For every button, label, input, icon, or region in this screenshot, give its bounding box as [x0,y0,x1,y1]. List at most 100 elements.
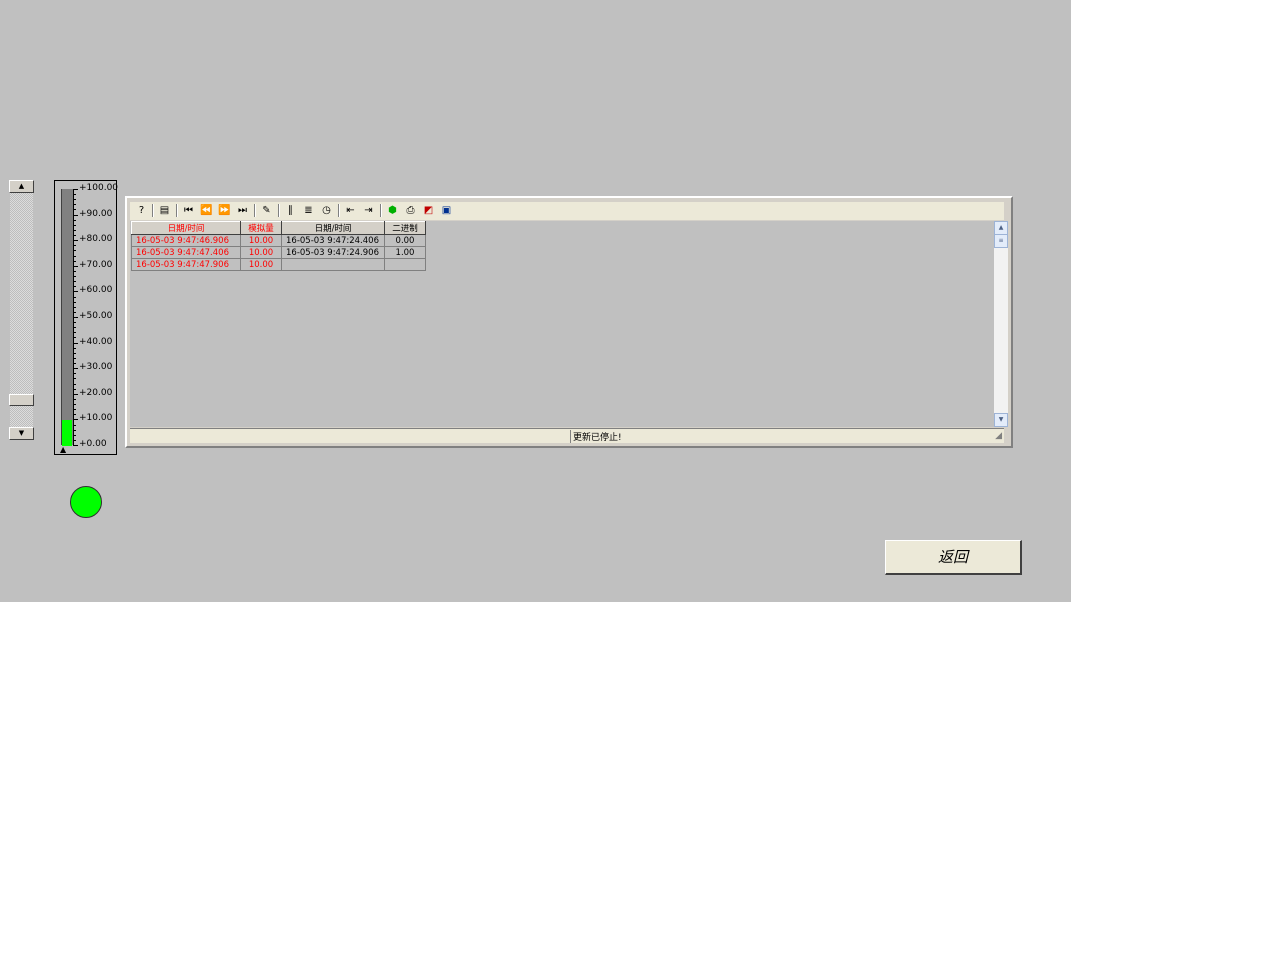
table-cell[interactable]: 0.00 [384,234,426,247]
gauge-tick-label: +60.00 [79,285,113,296]
column-header-analog[interactable]: 模拟量 [240,221,282,235]
previous-icon[interactable]: ⏪ [199,203,214,218]
gauge-tick-label: +40.00 [79,336,113,347]
gauge-minor-tick [73,347,76,349]
print-icon[interactable]: ⎙ [403,203,418,218]
import-icon[interactable]: ⇤ [343,203,358,218]
gauge-minor-tick [73,404,76,406]
list-icon[interactable]: ≣ [301,203,316,218]
gauge-tick-label: +20.00 [79,387,113,398]
gauge-tick-label: +80.00 [79,234,113,245]
gauge-major-tick [73,445,78,446]
properties-icon[interactable]: ▣ [439,203,454,218]
table-cell[interactable] [281,258,385,271]
export-icon[interactable]: ⇥ [361,203,376,218]
timer-icon[interactable]: ◷ [319,203,334,218]
hmi-screen: ▲ ▼ +100.00 +90.00 +80.00 +70.00 +60.00 +50.0… [0,0,1071,602]
gauge-pointer-icon: ▲ [60,445,67,454]
gauge-minor-tick [73,327,76,329]
return-button[interactable]: 返回 [885,540,1022,575]
table-grid: 日期/时间 模拟量 日期/时间 二进制 16-05-03 9:47:46.906… [130,221,994,427]
gauge-bar-fill [62,420,72,446]
gauge-minor-tick [73,434,76,436]
keyboard-icon[interactable]: ▤ [157,203,172,218]
gauge-minor-tick [73,224,76,226]
gauge-minor-tick [73,383,76,385]
table-cell[interactable]: 16-05-03 9:47:24.906 [281,246,385,259]
bar-gauge: +100.00 +90.00 +80.00 +70.00 +60.00 +50.00 +40… [54,180,119,455]
gauge-minor-tick [73,373,76,375]
table-vertical-scrollbar[interactable]: ▲ ≡ ▼ [994,221,1008,427]
gauge-tick-label: +30.00 [79,362,113,373]
gauge-minor-tick [73,235,76,237]
gauge-major-tick [73,342,78,344]
gauge-minor-tick [73,229,76,231]
status-bar: 更新已停止! ◢ [130,428,1004,443]
gauge-minor-tick [73,414,76,416]
gauge-minor-tick [73,352,76,354]
chart-icon[interactable]: ◩ [421,203,436,218]
table-cell[interactable] [384,258,426,271]
resize-grip-icon[interactable]: ◢ [995,431,1002,441]
table-cell[interactable]: 10.00 [240,234,282,247]
gauge-tick-label: +50.00 [79,311,113,321]
gauge-major-tick [73,368,78,370]
gauge-minor-tick [73,439,76,441]
gauge-minor-tick [73,378,76,380]
table-cell[interactable]: 1.00 [384,246,426,259]
gauge-minor-tick [73,429,76,431]
gauge-minor-tick [73,424,76,426]
gauge-minor-tick [73,306,76,308]
gauge-major-tick [73,240,78,242]
gauge-tick-label: +100.00 [79,183,119,193]
gauge-minor-tick [73,286,76,288]
scroll-down-icon[interactable]: ▼ [994,413,1008,427]
slider-down-arrow-icon[interactable]: ▼ [9,427,34,440]
gauge-minor-tick [73,260,76,262]
gauge-minor-tick [73,398,76,400]
data-table-control: ? ▤ ⏮ ⏪ ⏩ ⏭ ✎ ∥ ≣ ◷ ⇤ ⇥ ⬢ ⎙ ◩ ▣ 日期/时间 模拟… [125,196,1013,448]
gauge-minor-tick [73,245,76,247]
first-icon[interactable]: ⏮ [181,203,196,218]
table-cell[interactable]: 10.00 [240,258,282,271]
gauge-minor-tick [73,281,76,283]
gauge-major-tick [73,189,78,190]
table-cell[interactable]: 16-05-03 9:47:24.406 [281,234,385,247]
column-header-binary[interactable]: 二进制 [384,221,426,235]
last-icon[interactable]: ⏭ [235,203,250,218]
slider-track[interactable] [10,193,33,427]
table-row[interactable]: 16-05-03 9:47:46.906 10.00 16-05-03 9:47:2… [131,234,426,247]
stop-icon[interactable]: ⬢ [385,203,400,218]
gauge-minor-tick [73,409,76,411]
table-cell[interactable]: 10.00 [240,246,282,259]
column-header-datetime-2[interactable]: 日期/时间 [281,221,385,235]
table-cell[interactable]: 16-05-03 9:47:47.406 [131,246,241,259]
slider-up-arrow-icon[interactable]: ▲ [9,180,34,193]
table-cell[interactable]: 16-05-03 9:47:46.906 [131,234,241,247]
gauge-minor-tick [73,250,76,252]
table-cell[interactable]: 16-05-03 9:47:47.906 [131,258,241,271]
data-table: 日期/时间 模拟量 日期/时间 二进制 16-05-03 9:47:46.906… [131,221,426,271]
slider-thumb[interactable] [9,394,34,406]
scroll-thumb[interactable]: ≡ [994,234,1008,248]
table-row[interactable]: 16-05-03 9:47:47.906 10.00 [131,258,426,271]
columns-icon[interactable]: ∥ [283,203,298,218]
vertical-slider[interactable]: ▲ ▼ [9,180,34,440]
gauge-major-tick [73,291,78,293]
gauge-minor-tick [73,276,76,278]
gauge-major-tick [73,317,78,318]
table-toolbar: ? ▤ ⏮ ⏪ ⏩ ⏭ ✎ ∥ ≣ ◷ ⇤ ⇥ ⬢ ⎙ ◩ ▣ [130,202,1004,220]
status-lamp [70,486,102,518]
edit-icon[interactable]: ✎ [259,203,274,218]
gauge-tick-label: +10.00 [79,413,113,424]
scroll-up-icon[interactable]: ▲ [994,221,1008,235]
gauge-tick-label: +70.00 [79,259,113,270]
column-header-datetime-1[interactable]: 日期/时间 [131,221,241,235]
gauge-minor-tick [73,388,76,390]
gauge-bar-background [61,189,73,445]
next-icon[interactable]: ⏩ [217,203,232,218]
gauge-minor-tick [73,219,76,221]
gauge-tick-label: +0.00 [79,439,107,449]
help-icon[interactable]: ? [134,203,149,218]
table-row[interactable]: 16-05-03 9:47:47.406 10.00 16-05-03 9:47:2… [131,246,426,259]
